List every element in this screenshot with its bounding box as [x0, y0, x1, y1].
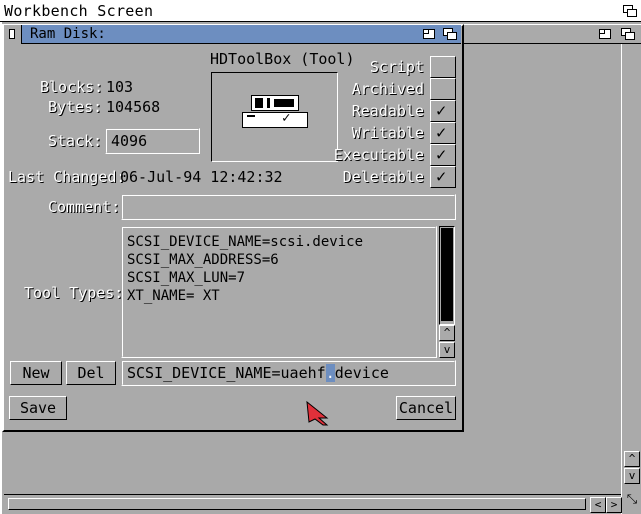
protection-label-readable: Readable — [351, 102, 424, 120]
drawer-title-bar[interactable] — [462, 24, 641, 44]
comment-input[interactable] — [121, 194, 456, 220]
protection-label-archived: Archived — [351, 80, 424, 98]
hdtoolbox-icon: ✓ — [242, 95, 308, 135]
drawer-scroll-left-icon[interactable]: < — [590, 497, 606, 513]
protection-label-deletable: Deletable — [342, 168, 424, 186]
delete-tooltype-button[interactable]: Del — [66, 361, 116, 385]
tool-types-scroll-knob[interactable] — [441, 228, 453, 321]
drawer-scroll-up-icon[interactable]: ^ — [624, 451, 640, 467]
blocks-value: 103 — [106, 78, 134, 96]
tool-types-scroll-up-icon[interactable]: ^ — [439, 325, 455, 341]
tool-types-list[interactable]: SCSI_DEVICE_NAME=scsi.device SCSI_MAX_ADD… — [121, 226, 437, 358]
cancel-button[interactable]: Cancel — [396, 396, 456, 420]
checkbox-executable[interactable]: ✓ — [430, 144, 456, 166]
text-cursor: . — [325, 364, 335, 382]
protection-label-script: Script — [369, 58, 424, 76]
comment-label: Comment: — [48, 198, 121, 216]
check-icon: ✓ — [436, 101, 447, 121]
drawer-h-scroll-knob[interactable] — [8, 498, 586, 510]
last-changed-label: Last Changed: — [8, 168, 126, 186]
checkbox-writable[interactable]: ✓ — [430, 122, 456, 144]
stack-input[interactable]: 4096 — [105, 128, 200, 154]
check-icon: ✓ — [436, 123, 447, 143]
window-depth-icon[interactable] — [440, 25, 460, 43]
screen-depth-icon[interactable] — [620, 2, 640, 20]
checkbox-script[interactable] — [430, 56, 456, 78]
stack-input-value: 4096 — [111, 132, 148, 150]
new-tooltype-button[interactable]: New — [10, 361, 62, 385]
close-icon[interactable] — [4, 25, 22, 44]
drawer-size-icon[interactable]: ⤡ — [624, 492, 640, 512]
drawer-vertical-scrollbar[interactable]: ^ v ⤡ — [621, 44, 641, 514]
drawer-depth-icon[interactable] — [618, 25, 638, 43]
mouse-pointer-icon — [306, 400, 329, 426]
tool-types-label: Tool Types: — [24, 284, 124, 302]
tool-type-entry[interactable]: XT_NAME= XT — [127, 288, 220, 304]
bytes-label: Bytes: — [48, 98, 103, 116]
save-button[interactable]: Save — [9, 396, 67, 420]
check-icon: ✓ — [436, 145, 447, 165]
tool-name: HDToolBox (Tool) — [210, 50, 355, 68]
window-title: Ram Disk: — [30, 26, 106, 42]
screen-title: Workbench Screen — [4, 2, 154, 20]
protection-label-executable: Executable — [333, 146, 424, 164]
drawer-scroll-down-icon[interactable]: v — [624, 468, 640, 484]
stack-label: Stack: — [48, 132, 103, 150]
window-zoom-icon[interactable] — [419, 25, 439, 43]
tool-type-entry[interactable]: SCSI_DEVICE_NAME=scsi.device — [127, 234, 363, 250]
last-changed-value: 06-Jul-94 12:42:32 — [120, 168, 283, 186]
tool-types-scroll-down-icon[interactable]: v — [439, 342, 455, 358]
drawer-horizontal-scrollbar[interactable]: < > — [4, 494, 622, 514]
screen-title-bar[interactable]: Workbench Screen — [0, 0, 641, 22]
bytes-value: 104568 — [106, 98, 161, 116]
checkbox-archived[interactable] — [430, 78, 456, 100]
tool-type-entry[interactable]: SCSI_MAX_LUN=7 — [127, 270, 245, 286]
checkbox-readable[interactable]: ✓ — [430, 100, 456, 122]
drawer-zoom-icon[interactable] — [595, 25, 615, 43]
tool-type-entry[interactable]: SCSI_MAX_ADDRESS=6 — [127, 252, 279, 268]
check-icon: ✓ — [436, 167, 447, 187]
tool-icon-frame: ✓ — [211, 72, 338, 162]
blocks-label: Blocks: — [40, 78, 104, 96]
tooltype-edit-input[interactable]: SCSI_DEVICE_NAME=uaehf.device — [121, 360, 456, 386]
protection-label-writable: Writable — [351, 124, 424, 142]
checkbox-deletable[interactable]: ✓ — [430, 166, 456, 188]
tooltype-edit-value: SCSI_DEVICE_NAME=uaehf.device — [127, 364, 389, 382]
drawer-scroll-right-icon[interactable]: > — [606, 497, 622, 513]
